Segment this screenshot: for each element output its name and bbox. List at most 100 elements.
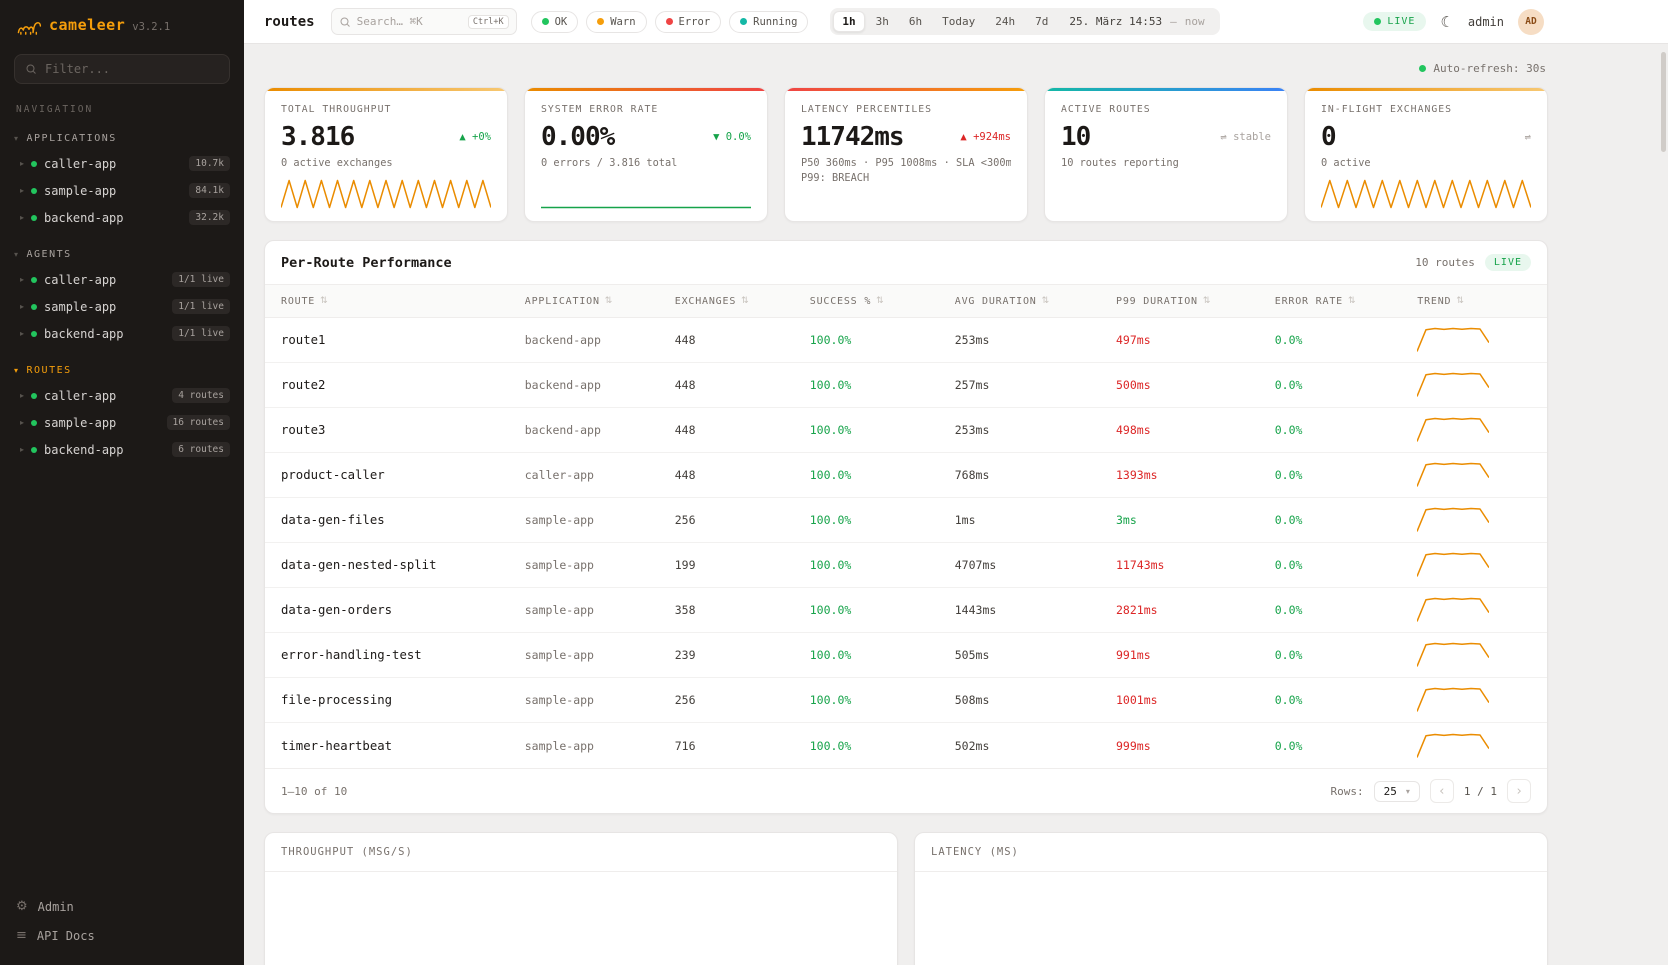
cell-exchanges: 448 — [675, 423, 810, 437]
sidebar-item-label: Admin — [38, 900, 74, 914]
sidebar-item-application[interactable]: ▸ caller-app 10.7k — [0, 150, 244, 177]
cell-application: sample-app — [525, 513, 675, 527]
table-row[interactable]: route3 backend-app 448 100.0% 253ms 498m… — [265, 408, 1547, 453]
time-range-button[interactable]: 7d — [1026, 11, 1057, 32]
sidebar-item-route-group[interactable]: ▸ sample-app 16 routes — [0, 409, 244, 436]
date-range-now: now — [1185, 15, 1205, 28]
nav-label: NAVIGATION — [0, 84, 244, 115]
cell-success: 100.0% — [810, 603, 955, 617]
sidebar-item-badge: 6 routes — [172, 442, 230, 457]
filter-chip[interactable]: Error — [655, 11, 722, 33]
table-row[interactable]: data-gen-orders sample-app 358 100.0% 14… — [265, 588, 1547, 633]
main-area: routes Search… ⌘K Ctrl+K OK Warn — [244, 0, 1668, 965]
cell-error-rate: 0.0% — [1275, 603, 1418, 617]
error-rate-sparkline — [541, 179, 751, 209]
trend-sparkline — [1417, 462, 1489, 488]
scrollbar-thumb[interactable] — [1661, 52, 1666, 152]
time-range-button[interactable]: 1h — [833, 11, 864, 32]
chevron-right-icon: ▸ — [20, 391, 24, 400]
table-row[interactable]: timer-heartbeat sample-app 716 100.0% 50… — [265, 723, 1547, 768]
column-header-sort[interactable]: ERROR RATE ⇅ — [1275, 296, 1418, 307]
cell-exchanges: 448 — [675, 468, 810, 482]
live-badge[interactable]: LIVE — [1363, 12, 1426, 31]
kpi-delta: ▲ +0% — [453, 131, 491, 143]
rows-per-page-select[interactable]: 25 ▾ — [1374, 781, 1420, 802]
sort-icon: ⇅ — [605, 296, 613, 306]
trend-sparkline — [1417, 327, 1489, 353]
column-header-sort[interactable]: P99 DURATION ⇅ — [1116, 296, 1275, 307]
global-search-input[interactable]: Search… ⌘K Ctrl+K — [331, 8, 517, 35]
column-header-sort[interactable]: SUCCESS % ⇅ — [810, 296, 955, 307]
time-range-button[interactable]: 3h — [867, 11, 898, 32]
throughput-sparkline — [281, 179, 491, 209]
sidebar-item-agent[interactable]: ▸ sample-app 1/1 live — [0, 293, 244, 320]
table-row[interactable]: product-caller caller-app 448 100.0% 768… — [265, 453, 1547, 498]
column-header-sort[interactable]: TREND ⇅ — [1417, 296, 1531, 307]
filter-chip[interactable]: OK — [531, 11, 579, 33]
time-range-button[interactable]: 24h — [986, 11, 1024, 32]
filter-chip[interactable]: Running — [729, 11, 808, 33]
column-header-sort[interactable]: ROUTE ⇅ — [281, 296, 525, 307]
cell-avg-duration: 253ms — [955, 423, 1116, 437]
status-dot — [31, 215, 37, 221]
date-range[interactable]: 25. März 14:53 — now — [1057, 15, 1216, 28]
sidebar-item-api-docs[interactable]: ≡ API Docs — [16, 922, 228, 949]
cell-success: 100.0% — [810, 423, 955, 437]
section-header-applications[interactable]: ▾ APPLICATIONS — [0, 131, 244, 150]
section-header-routes[interactable]: ▾ ROUTES — [0, 363, 244, 382]
cell-p99-duration: 991ms — [1116, 648, 1275, 662]
docs-icon: ≡ — [16, 928, 27, 943]
sidebar-item-label: sample-app — [44, 184, 116, 198]
sidebar-filter-input[interactable]: Filter... — [14, 54, 230, 84]
time-range-group: 1h 3h 6h Today — [830, 8, 1219, 35]
column-header-sort[interactable]: EXCHANGES ⇅ — [675, 296, 810, 307]
sidebar-item-label: API Docs — [37, 929, 95, 943]
sidebar-item-application[interactable]: ▸ sample-app 84.1k — [0, 177, 244, 204]
filter-chip[interactable]: Warn — [586, 11, 646, 33]
table-row[interactable]: route1 backend-app 448 100.0% 253ms 497m… — [265, 318, 1547, 363]
sidebar-item-route-group[interactable]: ▸ backend-app 6 routes — [0, 436, 244, 463]
section-header-agents[interactable]: ▾ AGENTS — [0, 247, 244, 266]
date-range-value: 25. März 14:53 — [1069, 15, 1162, 28]
time-range-button[interactable]: 6h — [900, 11, 931, 32]
column-label: P99 DURATION — [1116, 296, 1198, 307]
sidebar-item-label: sample-app — [44, 300, 116, 314]
table-row[interactable]: route2 backend-app 448 100.0% 257ms 500m… — [265, 363, 1547, 408]
cell-exchanges: 256 — [675, 513, 810, 527]
chip-label: OK — [555, 16, 568, 28]
column-header-sort[interactable]: AVG DURATION ⇅ — [955, 296, 1116, 307]
sort-icon: ⇅ — [1456, 296, 1464, 306]
sidebar-item-agent[interactable]: ▸ caller-app 1/1 live — [0, 266, 244, 293]
table-row[interactable]: error-handling-test sample-app 239 100.0… — [265, 633, 1547, 678]
sidebar-item-admin[interactable]: ⚙ Admin — [16, 893, 228, 920]
avatar[interactable]: AD — [1518, 9, 1544, 35]
cell-success: 100.0% — [810, 378, 955, 392]
cell-avg-duration: 502ms — [955, 739, 1116, 753]
cell-success: 100.0% — [810, 739, 955, 753]
table-row[interactable]: data-gen-files sample-app 256 100.0% 1ms… — [265, 498, 1547, 543]
table-row[interactable]: file-processing sample-app 256 100.0% 50… — [265, 678, 1547, 723]
sort-icon: ⇅ — [1042, 296, 1050, 306]
cell-p99-duration: 1393ms — [1116, 468, 1275, 482]
sidebar-item-application[interactable]: ▸ backend-app 32.2k — [0, 204, 244, 231]
status-dot — [31, 277, 37, 283]
sidebar-item-route-group[interactable]: ▸ caller-app 4 routes — [0, 382, 244, 409]
sidebar: cameleer v3.2.1 Filter... NAVIGATION ▾ A… — [0, 0, 244, 965]
next-page-button[interactable]: › — [1507, 779, 1531, 803]
shortcut-badge: Ctrl+K — [468, 15, 509, 29]
trend-sparkline — [1417, 597, 1489, 623]
sidebar-item-agent[interactable]: ▸ backend-app 1/1 live — [0, 320, 244, 347]
section-applications: ▾ APPLICATIONS ▸ caller-app 10.7k ▸ — [0, 131, 244, 231]
cell-error-rate: 0.0% — [1275, 739, 1418, 753]
sidebar-item-label: caller-app — [44, 389, 116, 403]
prev-page-button[interactable]: ‹ — [1430, 779, 1454, 803]
kpi-title: SYSTEM ERROR RATE — [541, 104, 751, 115]
logo[interactable]: cameleer v3.2.1 — [0, 0, 244, 44]
column-header-sort[interactable]: APPLICATION ⇅ — [525, 296, 675, 307]
theme-toggle-moon-icon[interactable]: ☾ — [1440, 13, 1453, 31]
cell-success: 100.0% — [810, 333, 955, 347]
table-row[interactable]: data-gen-nested-split sample-app 199 100… — [265, 543, 1547, 588]
time-range-button[interactable]: Today — [933, 11, 984, 32]
live-badge: LIVE — [1485, 254, 1531, 271]
time-range-label: 1h — [842, 15, 855, 28]
